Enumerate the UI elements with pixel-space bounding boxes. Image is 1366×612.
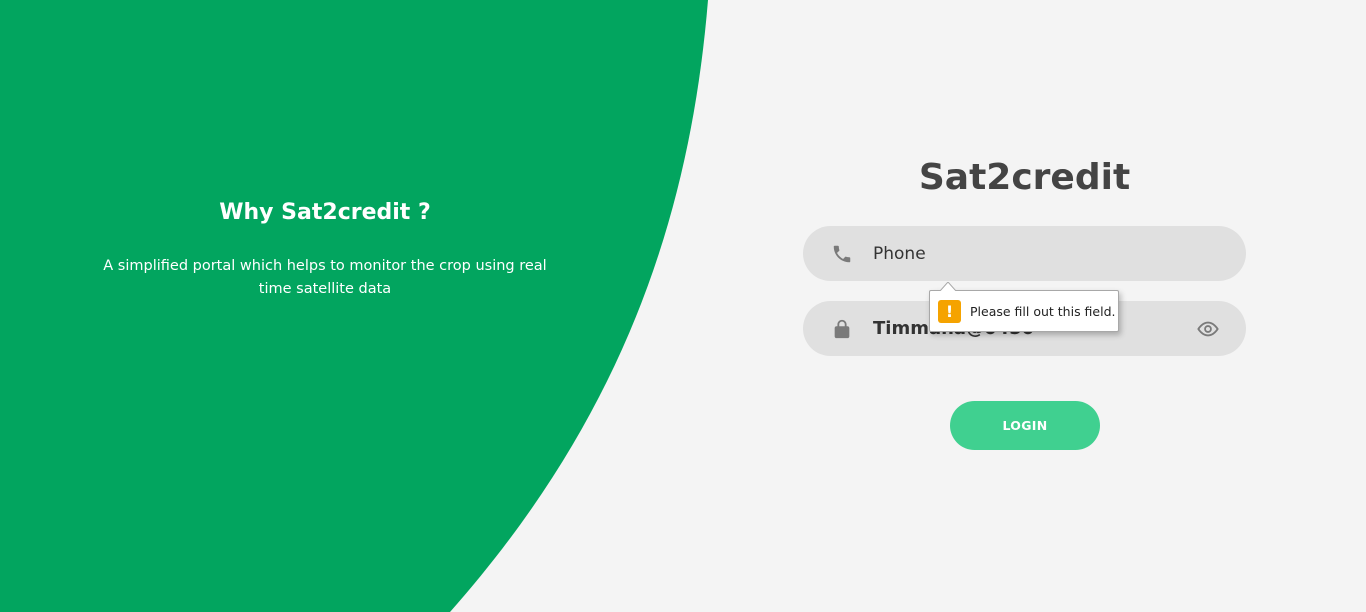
info-title: Why Sat2credit ? [219, 200, 431, 225]
brand-title: Sat2credit [918, 157, 1131, 198]
phone-field[interactable] [803, 226, 1246, 281]
login-button[interactable]: LOGIN [950, 401, 1100, 450]
eye-icon[interactable] [1196, 318, 1220, 340]
info-section: Why Sat2credit ? A simplified portal whi… [85, 200, 565, 301]
phone-input[interactable] [873, 226, 1183, 281]
lock-icon [831, 318, 853, 340]
warning-icon: ! [938, 299, 961, 323]
validation-tooltip: ! Please fill out this field. [929, 282, 1119, 332]
phone-icon [831, 243, 853, 265]
info-description: A simplified portal which helps to monit… [103, 258, 547, 297]
validation-message: Please fill out this field. [970, 303, 1116, 319]
tooltip-arrow [940, 282, 956, 291]
